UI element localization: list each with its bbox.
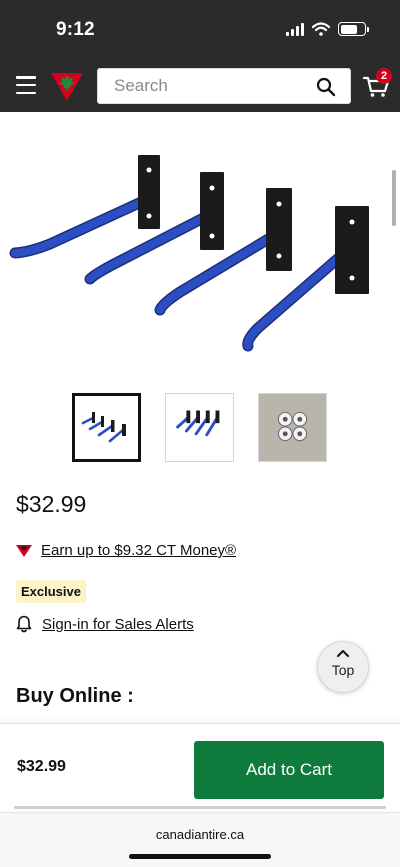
site-header (0, 60, 400, 112)
cart-count-badge: 2 (376, 68, 392, 84)
product-price: $32.99 (16, 491, 87, 517)
sticky-price: $32.99 (17, 758, 66, 775)
back-to-top-label: Top (331, 662, 355, 678)
hook-1 (9, 155, 160, 259)
back-to-top-button[interactable]: Top (317, 641, 369, 693)
thumbnail-3[interactable] (258, 393, 327, 462)
sales-alerts-text[interactable]: Sign-in for Sales Alerts (42, 616, 194, 633)
sticky-add-to-cart-bar: $32.99 Add to Cart (0, 723, 400, 811)
add-to-cart-button[interactable]: Add to Cart (194, 741, 384, 799)
search-box[interactable] (97, 68, 351, 104)
canadian-tire-logo[interactable] (49, 69, 85, 103)
cellular-signal-icon (286, 22, 304, 36)
status-icons (286, 22, 369, 36)
buy-online-heading: Buy Online : (16, 685, 134, 707)
wifi-icon (312, 22, 330, 36)
hook-4 (242, 206, 369, 352)
search-input[interactable] (98, 69, 308, 103)
battery-icon (338, 22, 369, 36)
chevron-up-icon (337, 650, 349, 657)
thumbnail-strip (72, 393, 327, 462)
browser-url[interactable]: canadiantire.ca (0, 827, 400, 842)
hook-3 (154, 188, 292, 316)
status-time: 9:12 (56, 19, 95, 40)
status-bar: 9:12 (0, 0, 400, 60)
exclusive-badge: Exclusive (16, 580, 86, 603)
ct-money-text[interactable]: Earn up to $9.32 CT Money® (41, 542, 236, 559)
image-scrollbar[interactable] (392, 170, 396, 226)
thumbnail-1[interactable] (72, 393, 141, 462)
divider (14, 806, 386, 809)
home-indicator[interactable] (129, 854, 271, 859)
product-main-image[interactable] (0, 140, 384, 365)
ct-money-link[interactable]: Earn up to $9.32 CT Money® (16, 542, 236, 559)
hamburger-menu-icon[interactable] (16, 76, 36, 94)
thumbnail-2[interactable] (165, 393, 234, 462)
bell-icon (16, 615, 32, 633)
sales-alerts-link[interactable]: Sign-in for Sales Alerts (16, 615, 194, 633)
ct-triangle-icon (16, 544, 32, 557)
search-icon[interactable] (316, 77, 336, 97)
